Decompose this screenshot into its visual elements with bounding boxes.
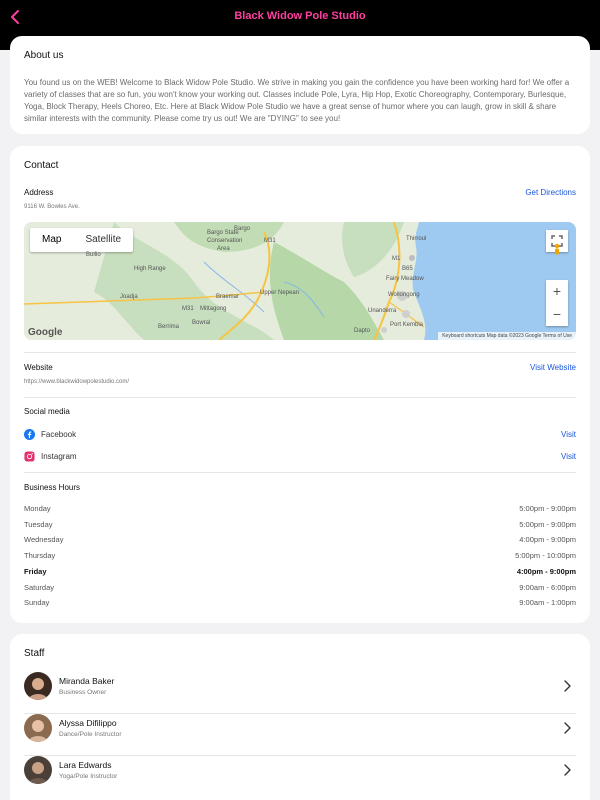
hours-day: Saturday bbox=[24, 583, 55, 592]
divider bbox=[24, 352, 576, 353]
hours-time: 4:00pm - 9:00pm bbox=[519, 535, 576, 544]
address-text: 9116 W. Bowles Ave. bbox=[24, 204, 80, 210]
avatar bbox=[24, 756, 52, 784]
staff-name: Miranda Baker bbox=[59, 676, 115, 686]
zoom-out-button[interactable]: − bbox=[546, 303, 568, 326]
instagram-label: Instagram bbox=[41, 452, 77, 461]
zoom-controls: + − bbox=[546, 280, 568, 326]
contact-card: Contact Address 9116 W. Bowles Ave. Get … bbox=[10, 146, 590, 623]
staff-row[interactable]: Lara Edwards Yoga/Pole Instructor bbox=[24, 756, 576, 798]
map-place-mittagong: Mittagong bbox=[200, 306, 227, 312]
avatar bbox=[24, 672, 52, 700]
map-place-fairy-meadow: Fairy Meadow bbox=[386, 276, 424, 282]
map-place-bullio: Bullio bbox=[86, 252, 101, 258]
website-url: https://www.blackwidowpolestudio.com/ bbox=[24, 379, 130, 385]
satellite-tab[interactable]: Satellite bbox=[73, 228, 133, 252]
instagram-icon bbox=[24, 451, 35, 462]
social-media-label: Social media bbox=[24, 407, 70, 416]
street-view-button[interactable] bbox=[546, 236, 568, 258]
staff-role: Business Owner bbox=[59, 689, 107, 696]
map-place-bargo-state: Bargo State bbox=[207, 230, 239, 236]
facebook-visit-link[interactable]: Visit bbox=[561, 430, 576, 439]
hours-row-monday: Monday 5:00pm - 9:00pm bbox=[24, 504, 576, 516]
map-type-toggle[interactable]: Map Satellite bbox=[30, 228, 134, 252]
map-place-dapto: Dapto bbox=[354, 328, 371, 334]
hours-row-saturday: Saturday 9:00am - 6:00pm bbox=[24, 583, 576, 595]
page-title: Black Widow Pole Studio bbox=[234, 10, 366, 22]
avatar bbox=[24, 714, 52, 742]
chevron-right-icon bbox=[564, 722, 571, 734]
map-place-thirroul: Thirroul bbox=[406, 236, 427, 242]
website-label: Website bbox=[24, 363, 53, 372]
hours-row-tuesday: Tuesday 5:00pm - 9:00pm bbox=[24, 520, 576, 532]
hours-time: 5:00pm - 10:00pm bbox=[515, 551, 576, 560]
about-title: About us bbox=[24, 50, 64, 61]
hours-day: Tuesday bbox=[24, 520, 53, 529]
map-place-high-range: High Range bbox=[134, 266, 166, 272]
hours-time: 5:00pm - 9:00pm bbox=[519, 520, 576, 529]
map-place-wollongong: Wollongong bbox=[388, 292, 420, 298]
instagram-visit-link[interactable]: Visit bbox=[561, 452, 576, 461]
map-place-unanderra: Unanderra bbox=[368, 308, 397, 314]
map[interactable]: Map Satellite Bargo Bargo State Conserva… bbox=[24, 222, 576, 340]
staff-title: Staff bbox=[24, 648, 45, 659]
map-place-upper-nepean: Upper Nepean bbox=[260, 290, 300, 296]
map-road-m31-a: M31 bbox=[264, 238, 276, 244]
map-place-joadja: Joadja bbox=[120, 294, 138, 300]
map-attribution[interactable]: Keyboard shortcuts Map data ©2023 Google… bbox=[438, 332, 576, 340]
hours-day: Friday bbox=[24, 567, 47, 576]
staff-row[interactable]: Miranda Baker Business Owner bbox=[24, 672, 576, 714]
about-card: About us You found us on the WEB! Welcom… bbox=[10, 36, 590, 134]
map-place-conservation: Conservation bbox=[207, 238, 243, 244]
hours-row-thursday: Thursday 5:00pm - 10:00pm bbox=[24, 551, 576, 563]
hours-day: Sunday bbox=[24, 598, 50, 607]
map-place-bowral: Bowral bbox=[192, 320, 211, 326]
hours-time: 9:00am - 6:00pm bbox=[519, 583, 576, 592]
hours-row-friday: Friday 4:00pm - 9:00pm bbox=[24, 567, 576, 579]
google-logo: Google bbox=[28, 327, 63, 338]
staff-card: Staff Miranda Baker Business Owner Alyss… bbox=[10, 634, 590, 800]
chevron-right-icon bbox=[564, 764, 571, 776]
hours-time: 9:00am - 1:00pm bbox=[519, 598, 576, 607]
about-text: You found us on the WEB! Welcome to Blac… bbox=[24, 78, 570, 123]
map-tab[interactable]: Map bbox=[30, 228, 73, 252]
hours-day: Wednesday bbox=[24, 535, 64, 544]
map-road-m31-b: M31 bbox=[182, 306, 194, 312]
chevron-right-icon bbox=[564, 680, 571, 692]
get-directions-link[interactable]: Get Directions bbox=[525, 188, 576, 197]
map-place-area: Area bbox=[217, 246, 230, 252]
hours-time: 4:00pm - 9:00pm bbox=[516, 567, 576, 576]
map-place-braemar: Braemar bbox=[216, 294, 240, 300]
staff-role: Dance/Pole Instructor bbox=[59, 731, 122, 738]
staff-role: Yoga/Pole Instructor bbox=[59, 773, 118, 780]
staff-name: Lara Edwards bbox=[59, 760, 112, 770]
hours-row-sunday: Sunday 9:00am - 1:00pm bbox=[24, 598, 576, 610]
staff-row[interactable]: Alyssa Difilippo Dance/Pole Instructor bbox=[24, 714, 576, 756]
staff-name: Alyssa Difilippo bbox=[59, 718, 117, 728]
hours-day: Monday bbox=[24, 504, 51, 513]
map-road-b65: B65 bbox=[402, 266, 413, 272]
hours-time: 5:00pm - 9:00pm bbox=[519, 504, 576, 513]
divider bbox=[24, 472, 576, 473]
business-hours-label: Business Hours bbox=[24, 483, 81, 492]
map-place-port-kembla: Port Kembla bbox=[390, 322, 424, 328]
map-road-m1: M1 bbox=[392, 256, 401, 262]
address-label: Address bbox=[24, 188, 54, 197]
divider bbox=[24, 397, 576, 398]
pegman-icon bbox=[554, 243, 560, 255]
facebook-icon bbox=[24, 429, 35, 440]
hours-day: Thursday bbox=[24, 551, 56, 560]
map-place-berrima: Berrima bbox=[158, 324, 180, 330]
facebook-label: Facebook bbox=[41, 430, 77, 439]
zoom-in-button[interactable]: + bbox=[546, 280, 568, 303]
hours-row-wednesday: Wednesday 4:00pm - 9:00pm bbox=[24, 535, 576, 547]
visit-website-link[interactable]: Visit Website bbox=[530, 363, 576, 372]
contact-title: Contact bbox=[24, 160, 59, 171]
